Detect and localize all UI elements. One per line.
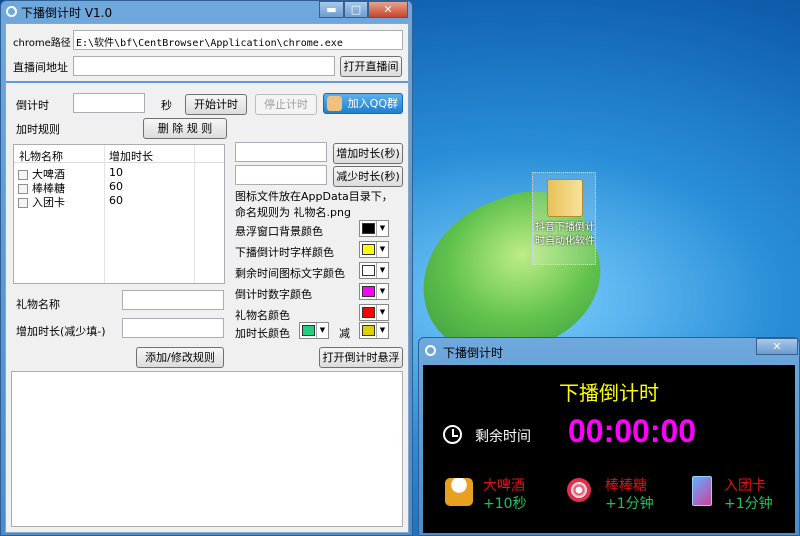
card-icon: [692, 476, 712, 506]
color-label: 下播倒计时字样颜色: [235, 246, 334, 259]
header-gift-name: 礼物名称: [19, 150, 63, 163]
maximize-button[interactable]: □: [344, 1, 368, 18]
color-swatch: [302, 325, 315, 336]
color-picker[interactable]: ▼: [359, 241, 389, 258]
row-value: 60: [109, 180, 123, 193]
seconds-unit: 秒: [161, 99, 172, 112]
color-label: 悬浮窗口背景颜色: [235, 225, 323, 238]
table-row[interactable]: 棒棒糖 60: [14, 180, 224, 195]
gift-bonus: +10秒: [483, 496, 527, 512]
add-time-input[interactable]: [122, 318, 224, 338]
color-picker[interactable]: ▼: [359, 304, 389, 321]
color-label: 倒计时数字颜色: [235, 288, 312, 301]
chevron-down-icon: ▼: [376, 323, 388, 338]
desktop-folder-label: 抖音下播倒计时自动化软件: [535, 222, 595, 247]
add-color-label: 加时长颜色: [235, 327, 290, 340]
add-modify-rule-button[interactable]: 添加/修改规则: [136, 347, 224, 368]
log-textarea[interactable]: [11, 371, 403, 527]
gift-bonus: +1分钟: [605, 496, 654, 512]
countdown-time: 00:00:00: [568, 413, 697, 449]
chevron-down-icon: ▼: [376, 284, 388, 299]
table-row[interactable]: 入团卡 60: [14, 194, 224, 209]
color-picker[interactable]: ▼: [359, 262, 389, 279]
icon-note: 图标文件放在AppData目录下，: [235, 190, 393, 203]
gift-name-input[interactable]: [122, 290, 224, 310]
color-picker[interactable]: ▼: [359, 283, 389, 300]
chevron-down-icon: ▼: [376, 263, 388, 278]
row-checkbox[interactable]: [18, 184, 28, 194]
open-float-button[interactable]: 打开倒计时悬浮: [319, 347, 403, 368]
window-title: 下播倒计时 V1.0: [21, 6, 113, 20]
sub-color-picker[interactable]: ▼: [359, 322, 389, 339]
overlay-close-button[interactable]: ✕: [756, 338, 798, 355]
color-swatch: [362, 265, 375, 276]
decrease-input[interactable]: [235, 165, 327, 185]
row-checkbox[interactable]: [18, 170, 28, 180]
main-window: 下播倒计时 V1.0 ▬ □ ✕ chrome路径 E:\软件\bf\CentB…: [0, 0, 413, 536]
table-header: 礼物名称 增加时长: [14, 145, 224, 163]
gift-bonus: +1分钟: [724, 496, 773, 512]
overlay-body: 下播倒计时 剩余时间 00:00:00 大啤酒 +10秒 棒棒糖 +1分钟 入团…: [423, 365, 795, 533]
row-name: 入团卡: [32, 196, 65, 209]
countdown-label: 倒计时: [16, 99, 49, 112]
row-value: 10: [109, 166, 123, 179]
table-row[interactable]: 大啤酒 10: [14, 166, 224, 181]
header-add-time: 增加时长: [109, 150, 153, 163]
room-url-input[interactable]: [73, 56, 335, 76]
chevron-down-icon: ▼: [376, 221, 388, 236]
gift-list: 大啤酒 +10秒 棒棒糖 +1分钟 入团卡 +1分钟: [443, 475, 793, 525]
countdown-input[interactable]: [73, 93, 145, 113]
color-swatch: [362, 286, 375, 297]
delete-rule-button[interactable]: 删 除 规 则: [143, 118, 227, 139]
add-time-label: 增加时长(减少填-): [16, 325, 106, 338]
overlay-heading: 下播倒计时: [559, 381, 659, 405]
chevron-down-icon: ▼: [376, 242, 388, 257]
increase-input[interactable]: [235, 142, 327, 162]
app-icon: [425, 345, 436, 356]
row-value: 60: [109, 194, 123, 207]
gift-name: 入团卡: [724, 478, 766, 494]
clock-icon: [443, 425, 462, 444]
row-checkbox[interactable]: [18, 198, 28, 208]
rules-table[interactable]: 礼物名称 增加时长 大啤酒 10 棒棒糖 60 入团卡 60: [13, 144, 225, 284]
minimize-button[interactable]: ▬: [319, 1, 344, 18]
chevron-down-icon: ▼: [376, 305, 388, 320]
gift-name: 大啤酒: [483, 478, 525, 494]
gift-name: 棒棒糖: [605, 478, 647, 494]
color-label: 剩余时间图标文字颜色: [235, 267, 345, 280]
desktop-folder[interactable]: 抖音下播倒计时自动化软件: [532, 172, 596, 265]
app-icon: [6, 6, 17, 17]
close-button[interactable]: ✕: [368, 1, 408, 18]
overlay-window: 下播倒计时 ✕ 下播倒计时 剩余时间 00:00:00 大啤酒 +10秒 棒棒糖…: [418, 337, 800, 536]
color-swatch: [362, 244, 375, 255]
chevron-down-icon: ▼: [316, 323, 328, 338]
color-swatch: [362, 325, 375, 336]
qq-group-icon: [327, 96, 342, 111]
increase-button[interactable]: 增加时长(秒): [333, 143, 403, 164]
chrome-path-label: chrome路径: [13, 38, 71, 49]
color-label: 礼物名颜色: [235, 309, 290, 322]
color-picker[interactable]: ▼: [359, 220, 389, 237]
open-room-button[interactable]: 打开直播间: [340, 56, 402, 77]
color-swatch: [362, 307, 375, 318]
decrease-button[interactable]: 减少时长(秒): [333, 166, 403, 187]
remaining-label: 剩余时间: [475, 429, 531, 445]
divider: [6, 81, 408, 83]
beer-icon: [445, 478, 473, 506]
chrome-path-input[interactable]: E:\软件\bf\CentBrowser\Application\chrome.…: [73, 30, 403, 50]
overlay-title: 下播倒计时: [443, 346, 504, 360]
start-button[interactable]: 开始计时: [185, 94, 247, 115]
add-color-picker[interactable]: ▼: [299, 322, 329, 339]
lollipop-icon: [567, 478, 591, 502]
rules-label: 加时规则: [16, 123, 60, 136]
room-url-label: 直播间地址: [13, 61, 68, 74]
folder-icon: [547, 179, 583, 217]
color-swatch: [362, 223, 375, 234]
stop-button[interactable]: 停止计时: [255, 94, 317, 115]
join-qq-button[interactable]: 加入QQ群: [323, 93, 403, 114]
icon-note: 命名规则为 礼物名.png: [235, 206, 351, 219]
join-qq-label: 加入QQ群: [347, 97, 398, 110]
gift-name-label: 礼物名称: [16, 298, 60, 311]
sub-color-label: 减: [339, 327, 350, 340]
